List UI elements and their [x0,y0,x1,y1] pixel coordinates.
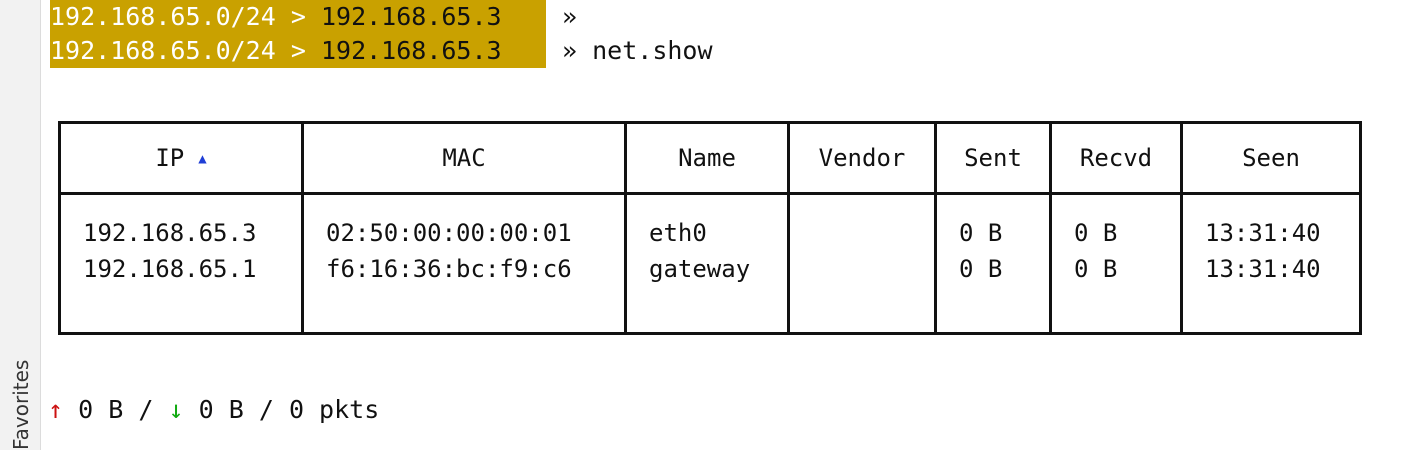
stats-separator: / [138,395,154,424]
column-header-seen[interactable]: Seen [1180,121,1362,195]
prompt-network: 192.168.65.0/24 [50,2,276,31]
cell-vendor [787,192,937,335]
cell-mac: 02:50:00:00:00:01 f6:16:36:bc:f9:c6 [301,192,627,335]
column-header-recvd[interactable]: Recvd [1049,121,1183,195]
cell-name: eth0 gateway [624,192,790,335]
table-row-sent: 0 B [959,219,1003,247]
table-row-recvd: 0 B [1074,219,1118,247]
table-row-name: eth0 [649,219,707,247]
favorites-sidebar[interactable]: Favorites [0,0,41,450]
column-header-mac[interactable]: MAC [301,121,627,195]
cell-recvd: 0 B 0 B [1049,192,1183,335]
stats-recvd: 0 B [198,395,244,424]
prompt-arrow: » [562,36,578,65]
column-header-vendor[interactable]: Vendor [787,121,937,195]
column-label: Name [678,144,736,172]
column-label: Seen [1242,144,1300,172]
prompt-context: 192.168.65.0/24 > 192.168.65.3 [50,0,546,34]
table-body-row: 192.168.65.3 192.168.65.1 02:50:00:00:00… [58,192,1362,335]
stats-packets: 0 pkts [288,395,380,424]
prompt-host: 192.168.65.3 [320,2,502,31]
column-label: Sent [964,144,1022,172]
hosts-table: IP ▲ MAC Name Vendor Sent Recvd Seen 192.… [58,121,1362,335]
cell-seen: 13:31:40 13:31:40 [1180,192,1362,335]
prompt-host: 192.168.65.3 [320,36,502,65]
stats-sent: 0 B [78,395,124,424]
table-row-sent: 0 B [959,255,1003,283]
table-row-mac: 02:50:00:00:00:01 [326,219,572,247]
table-row-ip[interactable]: 192.168.65.3 [83,215,301,251]
column-label: Vendor [818,144,906,172]
table-header-row: IP ▲ MAC Name Vendor Sent Recvd Seen [58,121,1362,195]
table-row-name: gateway [649,255,751,283]
column-label: IP [155,144,185,172]
prompt-line-1: 192.168.65.0/24 > 192.168.65.3 » [50,0,592,34]
column-header-ip[interactable]: IP ▲ [58,121,304,195]
arrow-up-icon: ↑ [48,395,64,424]
prompt-command-input[interactable]: net.show [592,36,712,65]
column-label: Recvd [1079,144,1153,172]
sort-ascending-icon: ▲ [198,151,207,167]
table-row-seen: 13:31:40 [1205,255,1321,283]
prompt-separator: > [290,36,306,65]
prompt-context: 192.168.65.0/24 > 192.168.65.3 [50,34,546,68]
stats-separator: / [258,395,274,424]
cell-sent: 0 B 0 B [934,192,1052,335]
favorites-label[interactable]: Favorites [9,360,33,450]
column-header-name[interactable]: Name [624,121,790,195]
table-row-ip[interactable]: 192.168.65.1 [83,251,301,287]
column-label: MAC [442,144,486,172]
traffic-stats: ↑ 0 B / ↓ 0 B / 0 pkts [48,392,379,428]
table-row-recvd: 0 B [1074,255,1118,283]
arrow-down-icon: ↓ [168,395,184,424]
column-header-sent[interactable]: Sent [934,121,1052,195]
prompt-network: 192.168.65.0/24 [50,36,276,65]
cell-ip: 192.168.65.3 192.168.65.1 [58,192,304,335]
table-row-mac: f6:16:36:bc:f9:c6 [326,255,572,283]
prompt-line-2[interactable]: 192.168.65.0/24 > 192.168.65.3 » net.show [50,34,713,68]
table-row-seen: 13:31:40 [1205,219,1321,247]
prompt-separator: > [290,2,306,31]
prompt-arrow: » [562,2,578,31]
